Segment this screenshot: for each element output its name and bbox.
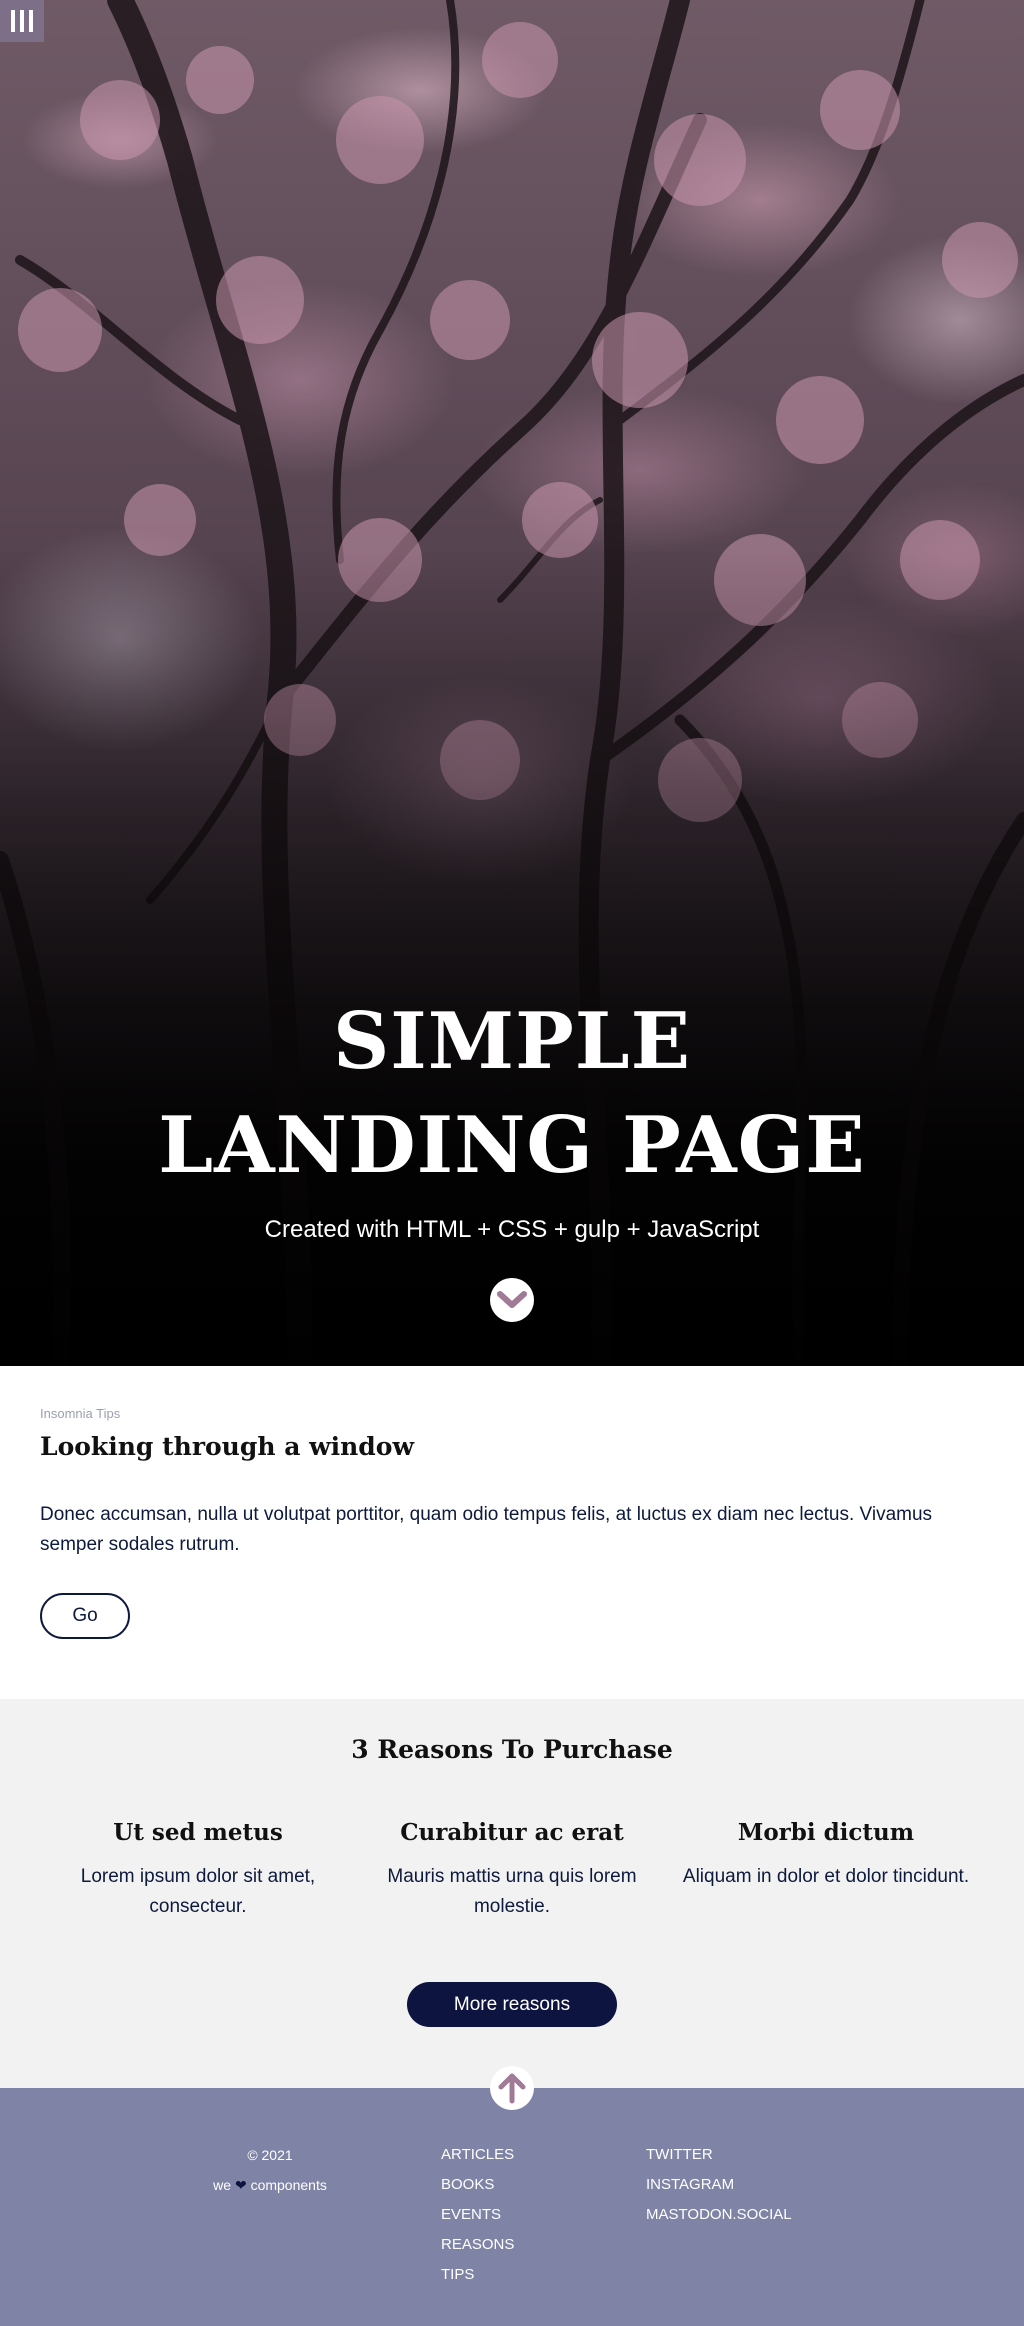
footer-link-books[interactable]: BOOKS [441, 2176, 494, 2193]
footer-link-instagram[interactable]: INSTAGRAM [646, 2176, 734, 2193]
footer-link-mastodon[interactable]: MASTODON.SOCIAL [646, 2206, 792, 2223]
go-button[interactable]: Go [40, 1593, 130, 1639]
reason-text: Aliquam in dolor et dolor tincidunt. [682, 1866, 970, 1887]
article-title: Looking through a window [40, 1432, 414, 1461]
reason-title: Morbi dictum [737, 1819, 915, 1846]
footer-credits: © 2021 we ❤ components [180, 2140, 360, 2200]
back-to-top-button[interactable] [490, 2066, 534, 2110]
tagline-after: components [250, 2177, 327, 2193]
menu-bar [20, 10, 24, 32]
reason-card: Morbi dictum Aliquam in dolor et dolor t… [676, 1819, 976, 1892]
footer-nav-item: TIPS [441, 2260, 514, 2290]
footer-nav-item: REASONS [441, 2230, 514, 2260]
reason-title: Curabitur ac erat [400, 1819, 624, 1846]
more-reasons-button[interactable]: More reasons [407, 1982, 617, 2027]
footer-link-reasons[interactable]: REASONS [441, 2236, 514, 2253]
article-body: Donec accumsan, nulla ut volutpat portti… [40, 1504, 933, 1555]
footer-tagline: we ❤ components [180, 2170, 360, 2200]
hero-subtitle: Created with HTML + CSS + gulp + JavaScr… [264, 1216, 760, 1243]
footer-link-events[interactable]: EVENTS [441, 2206, 501, 2223]
footer-link-tips[interactable]: TIPS [441, 2266, 474, 2283]
footer: © 2021 we ❤ components ARTICLES BOOKS EV… [0, 2088, 1024, 2326]
footer-social-item: TWITTER [646, 2140, 792, 2170]
scroll-down-button[interactable] [490, 1278, 534, 1322]
footer-link-twitter[interactable]: TWITTER [646, 2146, 713, 2163]
footer-social-item: MASTODON.SOCIAL [646, 2200, 792, 2230]
hero-title-line2: LANDING PAGE [158, 1100, 866, 1191]
article-eyebrow: Insomnia Tips [40, 1406, 121, 1421]
footer-nav-item: BOOKS [441, 2170, 514, 2200]
reason-text: Lorem ipsum dolor sit amet, consecteur. [80, 1866, 316, 1917]
menu-bar [11, 10, 15, 32]
reasons-section: 3 Reasons To Purchase Ut sed metus Lorem… [0, 1699, 1024, 2088]
footer-social: TWITTER INSTAGRAM MASTODON.SOCIAL [646, 2140, 792, 2230]
menu-icon[interactable] [0, 0, 44, 42]
footer-link-articles[interactable]: ARTICLES [441, 2146, 514, 2163]
reasons-title: 3 Reasons To Purchase [351, 1735, 673, 1764]
arrow-up-icon [498, 2073, 526, 2104]
footer-nav: ARTICLES BOOKS EVENTS REASONS TIPS [441, 2140, 514, 2290]
footer-nav-item: ARTICLES [441, 2140, 514, 2170]
menu-bar [29, 10, 33, 32]
article-section: Insomnia Tips Looking through a window D… [0, 1366, 1024, 1699]
footer-social-item: INSTAGRAM [646, 2170, 792, 2200]
reason-card: Ut sed metus Lorem ipsum dolor sit amet,… [48, 1819, 348, 1922]
reason-text: Mauris mattis urna quis lorem molestie. [387, 1866, 637, 1917]
hero-title-line1: SIMPLE [332, 996, 692, 1087]
copyright: © 2021 [247, 2147, 293, 2163]
reason-title: Ut sed metus [113, 1819, 283, 1846]
footer-nav-item: EVENTS [441, 2200, 514, 2230]
tagline-before: we [213, 2177, 232, 2193]
reason-card: Curabitur ac erat Mauris mattis urna qui… [362, 1819, 662, 1922]
hero-title: SIMPLE LANDING PAGE [0, 990, 1024, 1198]
heart-icon: ❤ [234, 2177, 247, 2193]
chevron-down-icon [497, 1291, 527, 1308]
